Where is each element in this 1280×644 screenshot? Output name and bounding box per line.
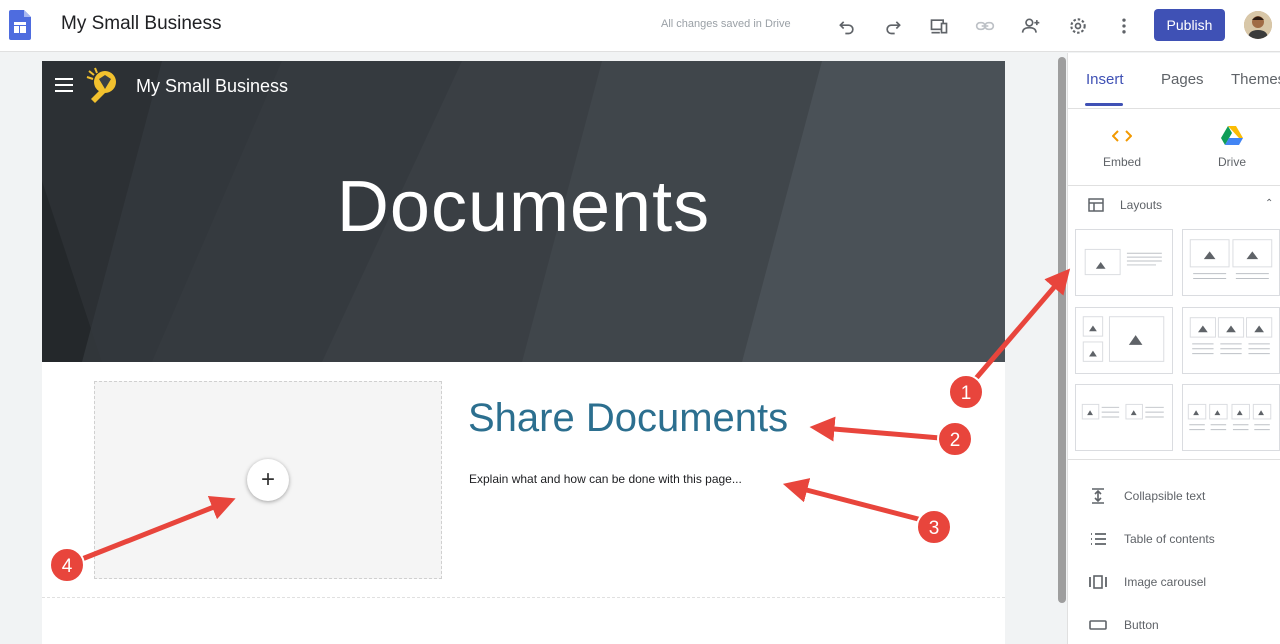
tab-pages[interactable]: Pages bbox=[1161, 71, 1204, 88]
menu-item-button[interactable]: Button bbox=[1088, 617, 1159, 633]
add-image-button[interactable]: + bbox=[247, 459, 289, 501]
insert-drive[interactable]: Drive bbox=[1202, 125, 1262, 169]
tab-themes[interactable]: Themes bbox=[1231, 71, 1280, 88]
menu-item-label: Table of contents bbox=[1124, 532, 1215, 546]
collapse-icon[interactable]: ⌃ bbox=[1265, 198, 1273, 209]
side-panel: Insert Pages Themes Embed Drive Layouts … bbox=[1067, 53, 1280, 644]
layout-tile[interactable] bbox=[1075, 307, 1173, 374]
layouts-header[interactable]: Layouts bbox=[1088, 198, 1162, 212]
tab-insert[interactable]: Insert bbox=[1086, 71, 1124, 88]
site-logo-icon bbox=[86, 67, 116, 103]
layout-tile[interactable] bbox=[1075, 229, 1173, 296]
layouts-icon bbox=[1088, 198, 1104, 212]
insert-embed[interactable]: Embed bbox=[1092, 125, 1152, 169]
top-bar: My Small Business All changes saved in D… bbox=[0, 0, 1280, 52]
layout-tile[interactable] bbox=[1182, 229, 1280, 296]
section-divider bbox=[42, 597, 1005, 598]
panel-divider bbox=[1068, 459, 1280, 460]
panel-divider bbox=[1068, 185, 1280, 186]
publish-button[interactable]: Publish bbox=[1154, 9, 1225, 41]
layout-tile[interactable] bbox=[1182, 384, 1280, 451]
more-icon[interactable] bbox=[1112, 14, 1136, 38]
menu-item-label: Collapsible text bbox=[1124, 489, 1206, 503]
button-icon bbox=[1089, 620, 1107, 630]
layouts-label: Layouts bbox=[1120, 198, 1163, 212]
menu-item-label: Button bbox=[1124, 618, 1159, 632]
hamburger-menu-icon[interactable] bbox=[55, 78, 73, 92]
app-title[interactable]: My Small Business bbox=[61, 13, 222, 35]
embed-icon bbox=[1092, 125, 1152, 147]
menu-item-collapsible-text[interactable]: Collapsible text bbox=[1088, 488, 1205, 504]
menu-item-table-of-contents[interactable]: Table of contents bbox=[1088, 531, 1215, 547]
layout-tile[interactable] bbox=[1075, 384, 1173, 451]
avatar[interactable] bbox=[1244, 11, 1272, 39]
canvas-scrollbar[interactable] bbox=[1058, 57, 1066, 603]
collapsible-text-icon bbox=[1092, 488, 1104, 504]
section-body-text[interactable]: Explain what and how can be done with th… bbox=[469, 472, 742, 486]
section-title[interactable]: Share Documents bbox=[468, 396, 788, 441]
embed-label: Embed bbox=[1102, 155, 1142, 169]
drive-label: Drive bbox=[1217, 155, 1246, 169]
drive-icon bbox=[1202, 125, 1262, 147]
save-status: All changes saved in Drive bbox=[661, 18, 791, 30]
menu-item-label: Image carousel bbox=[1124, 575, 1207, 589]
link-icon[interactable] bbox=[973, 14, 997, 38]
redo-icon[interactable] bbox=[881, 14, 905, 38]
carousel-icon bbox=[1089, 575, 1107, 589]
active-tab-indicator bbox=[1085, 103, 1123, 106]
image-placeholder[interactable]: + bbox=[94, 381, 442, 579]
sites-logo-icon[interactable] bbox=[9, 10, 31, 40]
settings-icon[interactable] bbox=[1066, 14, 1090, 38]
site-name[interactable]: My Small Business bbox=[136, 76, 288, 97]
share-icon[interactable] bbox=[1019, 14, 1043, 38]
hero-title[interactable]: Documents bbox=[42, 166, 1005, 248]
toc-icon bbox=[1091, 533, 1106, 545]
menu-item-image-carousel[interactable]: Image carousel bbox=[1088, 574, 1206, 590]
site-page: My Small Business Documents + Share Docu… bbox=[42, 61, 1005, 644]
tabs-divider bbox=[1068, 108, 1280, 109]
layout-tile[interactable] bbox=[1182, 307, 1280, 374]
hero-banner[interactable]: My Small Business Documents bbox=[42, 61, 1005, 362]
undo-icon[interactable] bbox=[835, 14, 859, 38]
preview-icon[interactable] bbox=[927, 14, 951, 38]
